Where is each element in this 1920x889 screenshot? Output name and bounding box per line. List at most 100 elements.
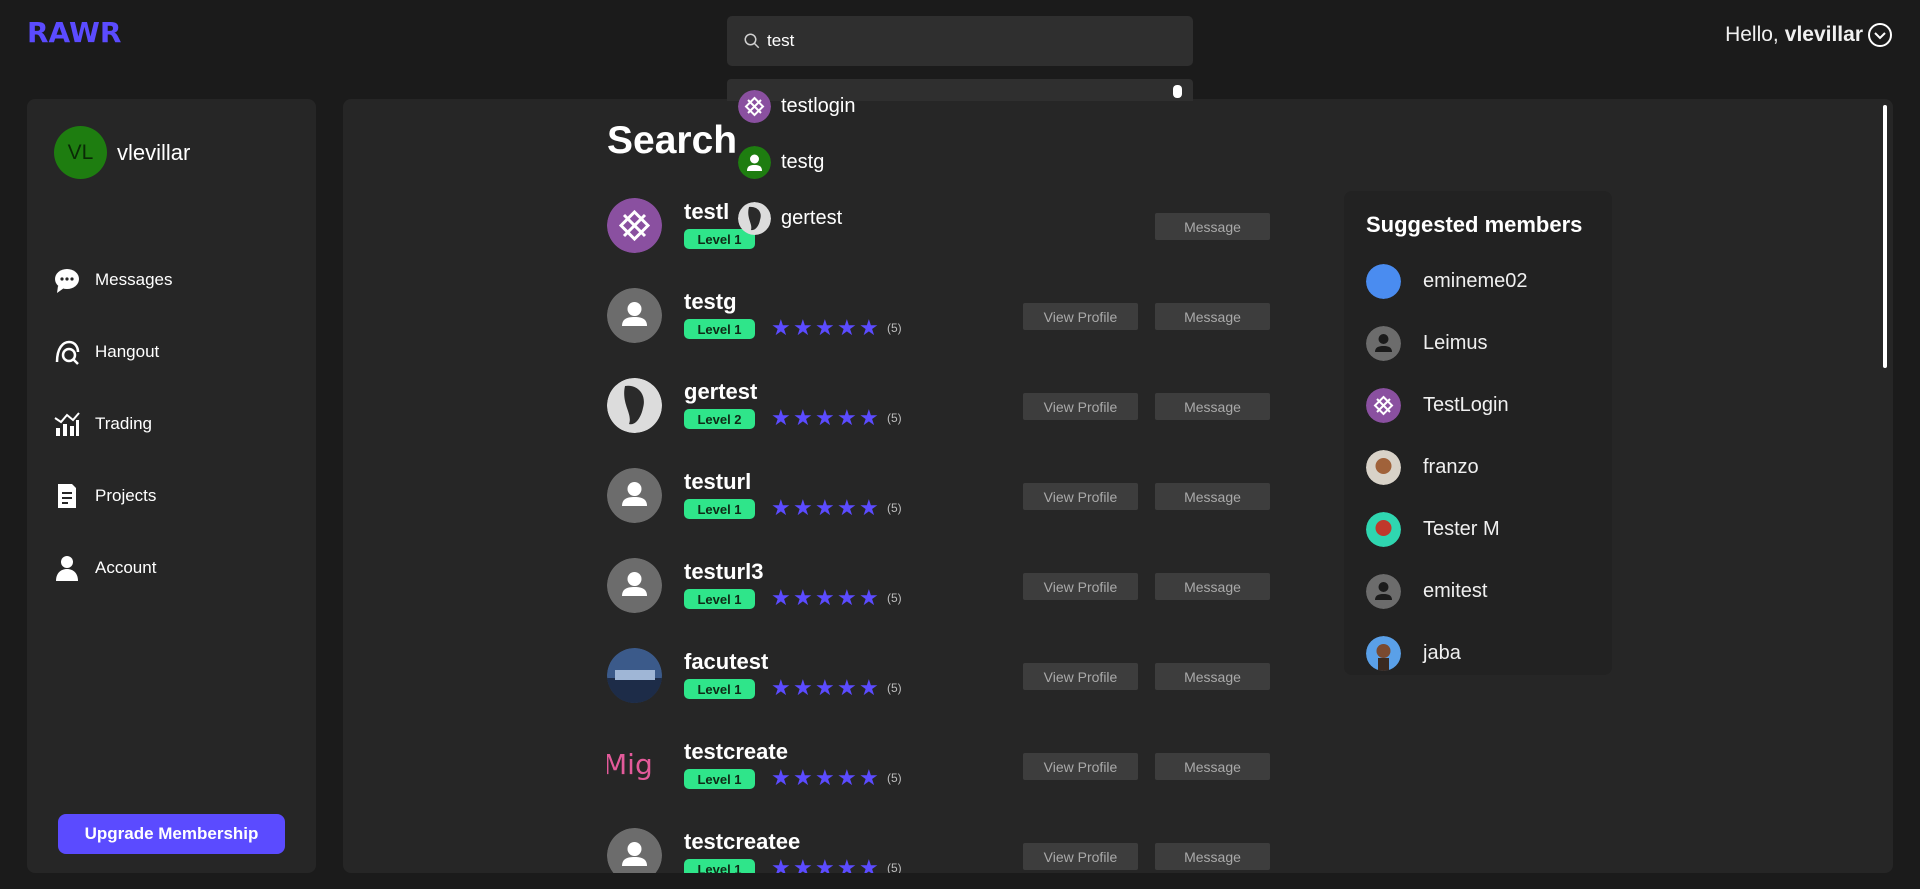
sidebar-item-projects[interactable]: Projects [53, 460, 172, 532]
message-button[interactable]: Message [1155, 663, 1270, 690]
message-button[interactable]: Message [1155, 573, 1270, 600]
dropdown-item[interactable]: testg [738, 146, 824, 179]
suggested-title: Suggested members [1366, 212, 1583, 237]
avatar[interactable] [607, 648, 662, 703]
result-name[interactable]: testurl [684, 469, 751, 495]
view-profile-button[interactable]: View Profile [1023, 753, 1138, 780]
sidebar-item-messages[interactable]: Messages [53, 244, 172, 316]
view-profile-button[interactable]: View Profile [1023, 483, 1138, 510]
star-icon: ★ [859, 765, 879, 790]
rating-count: (5) [887, 321, 902, 335]
star-icon: ★ [793, 675, 813, 700]
list-item[interactable]: Leimus [1366, 312, 1528, 374]
text-avatar-icon: Mig [607, 738, 662, 793]
sidebar-item-trading[interactable]: Trading [53, 388, 172, 460]
search-results: testl Level 1 Message testg Level 1 ★ ★ ★ ★… [607, 198, 1270, 874]
star-icon: ★ [837, 495, 857, 520]
star-icon: ★ [859, 675, 879, 700]
rating-count: (5) [887, 681, 902, 695]
star-icon: ★ [771, 585, 791, 610]
chevron-down-icon[interactable] [1867, 22, 1893, 48]
result-name[interactable]: gertest [684, 379, 757, 405]
avatar [738, 146, 771, 179]
star-icon: ★ [815, 765, 835, 790]
default-user-icon [607, 828, 662, 873]
page-title: Search [607, 119, 738, 162]
result-name[interactable]: testg [684, 289, 737, 315]
sidebar-item-hangout[interactable]: Hangout [53, 316, 172, 388]
message-button[interactable]: Message [1155, 303, 1270, 330]
scrollbar[interactable] [1883, 105, 1887, 368]
view-profile-button[interactable]: View Profile [1023, 843, 1138, 870]
result-row: gertest Level 2 ★ ★ ★ ★ ★ (5) View Profile M… [607, 378, 1270, 468]
level-badge: Level 1 [684, 859, 755, 873]
avatar [1366, 387, 1401, 423]
avatar [1366, 449, 1401, 485]
rawr-logo[interactable]: RAWR [27, 16, 123, 48]
view-profile-button[interactable]: View Profile [1023, 573, 1138, 600]
star-icon: ★ [793, 765, 813, 790]
photo-avatar-icon [607, 378, 662, 433]
star-icon: ★ [793, 315, 813, 340]
list-item[interactable]: emineme02 [1366, 250, 1528, 312]
level-badge: Level 1 [684, 679, 755, 699]
star-icon: ★ [771, 675, 791, 700]
user-icon [56, 556, 78, 581]
view-profile-button[interactable]: View Profile [1023, 393, 1138, 420]
level-badge: Level 2 [684, 409, 755, 429]
star-rating: ★ ★ ★ ★ ★ (5) [771, 317, 902, 339]
rating-count: (5) [887, 591, 902, 605]
avatar[interactable] [607, 288, 662, 343]
level-badge: Level 1 [684, 499, 755, 519]
dropdown-item[interactable]: testlogin [738, 90, 856, 123]
dropdown-item[interactable]: gertest [738, 202, 842, 235]
dropdown-item-label: testlogin [781, 95, 856, 117]
upgrade-membership-button[interactable]: Upgrade Membership [58, 814, 285, 854]
result-row: testurl3 Level 1 ★ ★ ★ ★ ★ (5) View Profile … [607, 558, 1270, 648]
greeting-prefix: Hello, [1725, 23, 1779, 46]
star-icon: ★ [793, 855, 813, 874]
star-icon: ★ [837, 855, 857, 874]
view-profile-button[interactable]: View Profile [1023, 303, 1138, 330]
result-name[interactable]: testl [684, 199, 729, 225]
avatar[interactable] [607, 558, 662, 613]
sidebar-item-account[interactable]: Account [53, 532, 172, 604]
photo-avatar-icon [607, 648, 662, 703]
result-name[interactable]: testurl3 [684, 559, 763, 585]
view-profile-button[interactable]: View Profile [1023, 663, 1138, 690]
star-icon: ★ [859, 405, 879, 430]
result-row: testcreatee Level 1 ★ ★ ★ ★ ★ (5) View Profi… [607, 828, 1270, 874]
avatar[interactable] [607, 828, 662, 873]
rating-count: (5) [887, 861, 902, 873]
list-item[interactable]: TestLogin [1366, 374, 1528, 436]
star-icon: ★ [859, 585, 879, 610]
search-bar[interactable] [727, 16, 1193, 66]
result-name[interactable]: testcreate [684, 739, 788, 765]
list-item[interactable]: jaba [1366, 622, 1528, 684]
result-name[interactable]: testcreatee [684, 829, 800, 855]
greeting-username: vlevillar [1784, 23, 1863, 46]
list-item[interactable]: franzo [1366, 436, 1528, 498]
result-name[interactable]: facutest [684, 649, 768, 675]
sidebar-nav: Messages Hangout Trading Projects Accoun… [53, 244, 172, 604]
message-button[interactable]: Message [1155, 753, 1270, 780]
search-input[interactable] [767, 31, 1167, 51]
message-button[interactable]: Message [1155, 393, 1270, 420]
dropdown-scrollbar[interactable] [1173, 85, 1182, 98]
list-item[interactable]: Tester M [1366, 498, 1528, 560]
avatar[interactable] [607, 468, 662, 523]
avatar[interactable]: Mig [607, 738, 662, 793]
list-item[interactable]: emitest [1366, 560, 1528, 622]
dropdown-item-label: gertest [781, 207, 843, 229]
star-rating: ★ ★ ★ ★ ★ (5) [771, 677, 902, 699]
avatar[interactable] [607, 198, 662, 253]
result-row: facutest Level 1 ★ ★ ★ ★ ★ (5) View Profile … [607, 648, 1270, 738]
sidebar-profile[interactable]: VL vlevillar [54, 126, 190, 179]
user-greeting[interactable]: Hello, vlevillar [1725, 22, 1893, 48]
star-icon: ★ [837, 585, 857, 610]
avatar[interactable] [607, 378, 662, 433]
avatar [1366, 573, 1401, 609]
message-button[interactable]: Message [1155, 483, 1270, 510]
avatar [1366, 511, 1401, 547]
message-button[interactable]: Message [1155, 843, 1270, 870]
